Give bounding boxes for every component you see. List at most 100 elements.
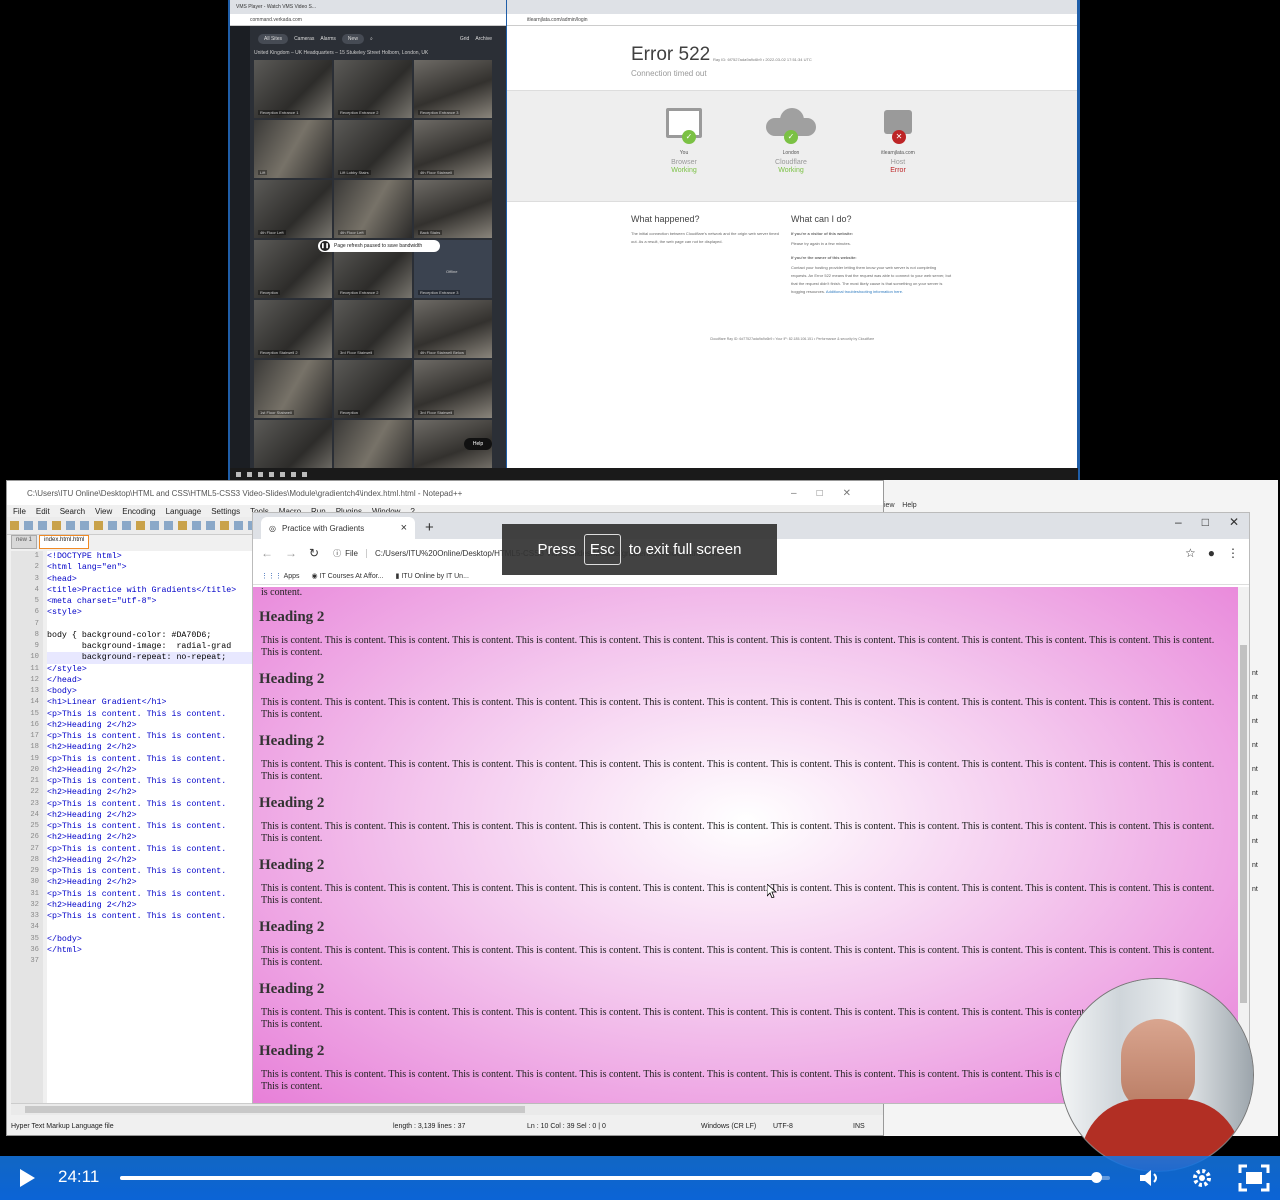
menu-item[interactable]: Search bbox=[60, 507, 85, 516]
toolbar-icon[interactable] bbox=[10, 521, 19, 530]
menu-item[interactable]: File bbox=[13, 507, 26, 516]
camera-tile[interactable] bbox=[254, 420, 332, 468]
toolbar-icon[interactable] bbox=[108, 521, 117, 530]
toolbar-icon[interactable] bbox=[136, 521, 145, 530]
code-editor[interactable]: <!DOCTYPE html> <html lang="en"> <head> <ti… bbox=[47, 551, 257, 1106]
search-icon[interactable] bbox=[247, 471, 252, 477]
app-icon[interactable] bbox=[280, 471, 285, 477]
bg-menu-help[interactable]: Help bbox=[902, 502, 916, 509]
camera-tile[interactable] bbox=[334, 420, 412, 468]
toolbar-icon[interactable] bbox=[94, 521, 103, 530]
app-icon[interactable] bbox=[269, 471, 274, 477]
profile-icon[interactable]: ● bbox=[1208, 546, 1215, 560]
nav-cameras[interactable]: Cameras bbox=[294, 36, 314, 42]
toolbar-icon[interactable] bbox=[24, 521, 33, 530]
troubleshoot-link[interactable]: Additional troubleshooting information h… bbox=[826, 289, 903, 294]
minimize-icon[interactable]: – bbox=[1175, 515, 1182, 529]
forward-icon[interactable]: → bbox=[285, 546, 297, 560]
camera-tile[interactable]: Reception Entrance 1 bbox=[254, 60, 332, 118]
tab-new-1[interactable]: new 1 bbox=[11, 535, 38, 549]
code-line: <p>This is content. This is content. bbox=[47, 912, 227, 921]
app-icon[interactable] bbox=[291, 471, 296, 477]
vms-tab[interactable]: VMS Player - Watch VMS Video S... bbox=[230, 0, 506, 14]
node-label: itlearnjlata.com bbox=[881, 150, 915, 156]
toolbar-icon[interactable] bbox=[52, 521, 61, 530]
help-button[interactable]: Help bbox=[464, 438, 492, 450]
menu-item[interactable]: Encoding bbox=[122, 507, 155, 516]
bookmark-itu-online[interactable]: ▮ ITU Online by IT Un... bbox=[396, 572, 469, 580]
toolbar-icon[interactable] bbox=[150, 521, 159, 530]
camera-tile[interactable]: Lift bbox=[254, 120, 332, 178]
settings-gear-icon[interactable] bbox=[1190, 1166, 1214, 1190]
volume-icon[interactable] bbox=[1138, 1168, 1162, 1188]
camera-tile[interactable]: 1st Floor Stairwell bbox=[254, 360, 332, 418]
line-number: 18 bbox=[30, 743, 39, 752]
camera-label: 4th Floor Stairwell bbox=[418, 170, 455, 175]
camera-tile[interactable]: 4th Floor Stairwell Below bbox=[414, 300, 492, 358]
nav-grid[interactable]: Grid bbox=[460, 36, 469, 42]
line-number: 20 bbox=[30, 765, 39, 774]
nav-alarms[interactable]: Alarms bbox=[320, 36, 336, 42]
camera-tile[interactable]: 4th Floor Left bbox=[254, 180, 332, 238]
bookmark-it-courses[interactable]: ◉ IT Courses At Affor... bbox=[312, 572, 384, 580]
reload-icon[interactable]: ↻ bbox=[309, 546, 319, 560]
toolbar-icon[interactable] bbox=[178, 521, 187, 530]
search-icon[interactable]: ⌕ bbox=[370, 36, 373, 42]
camera-tile[interactable]: Reception bbox=[334, 360, 412, 418]
camera-tile[interactable]: 4th Floor Stairwell bbox=[414, 120, 492, 178]
menu-icon[interactable]: ⋮ bbox=[1227, 546, 1239, 560]
window-controls[interactable]: –□✕ bbox=[791, 488, 871, 499]
seek-progress bbox=[120, 1176, 1097, 1180]
camera-label: Reception bbox=[258, 290, 281, 295]
pause-icon[interactable]: ❚❚ bbox=[320, 241, 330, 251]
toolbar-icon[interactable] bbox=[122, 521, 131, 530]
back-icon[interactable]: ← bbox=[261, 546, 273, 560]
pause-banner[interactable]: ❚❚ Page refresh paused to save bandwidth bbox=[318, 240, 440, 252]
nav-all-sites[interactable]: All Sites bbox=[258, 34, 289, 44]
tab-index-html[interactable]: index.html.html bbox=[39, 535, 90, 549]
camera-tile[interactable]: Back Stairs bbox=[414, 180, 492, 238]
browser-tab[interactable]: ◎ Practice with Gradients × bbox=[261, 517, 415, 539]
toolbar-icon[interactable] bbox=[80, 521, 89, 530]
toolbar-icon[interactable] bbox=[220, 521, 229, 530]
toolbar-icon[interactable] bbox=[192, 521, 201, 530]
toolbar-icon[interactable] bbox=[206, 521, 215, 530]
camera-tile[interactable]: 3rd Floor Stairwell bbox=[334, 300, 412, 358]
line-number: 17 bbox=[30, 732, 39, 740]
camera-tile[interactable]: Reception Stairwell 2 bbox=[254, 300, 332, 358]
menu-item[interactable]: Settings bbox=[211, 507, 240, 516]
cf-address-bar[interactable]: itlearnjlata.com/admin/login bbox=[507, 14, 1077, 26]
toolbar-icon[interactable] bbox=[38, 521, 47, 530]
menu-item[interactable]: Language bbox=[166, 507, 202, 516]
vms-address-bar[interactable]: command.verkada.com bbox=[230, 14, 506, 26]
new-tab-button[interactable]: + bbox=[425, 519, 434, 536]
close-icon[interactable]: ✕ bbox=[1229, 515, 1239, 529]
background-text: nt bbox=[1252, 718, 1258, 725]
bookmark-apps[interactable]: ⋮⋮⋮ Apps bbox=[261, 572, 300, 580]
camera-tile[interactable]: Reception Entrance 3 bbox=[414, 60, 492, 118]
code-line: <title>Practice with Gradients</title> bbox=[47, 585, 237, 595]
fullscreen-icon[interactable] bbox=[1238, 1164, 1270, 1192]
toolbar-icon[interactable] bbox=[234, 521, 243, 530]
camera-tile[interactable]: Reception Entrance 2 bbox=[334, 60, 412, 118]
toolbar-icon[interactable] bbox=[66, 521, 75, 530]
taskview-icon[interactable] bbox=[258, 471, 263, 477]
toolbar-icon[interactable] bbox=[164, 521, 173, 530]
menu-item[interactable]: Edit bbox=[36, 507, 50, 516]
server-icon: ✕ bbox=[880, 108, 916, 144]
scroll-thumb[interactable] bbox=[25, 1106, 525, 1113]
star-icon[interactable]: ☆ bbox=[1185, 546, 1196, 560]
maximize-icon[interactable]: □ bbox=[1202, 515, 1209, 529]
close-tab-icon[interactable]: × bbox=[401, 522, 407, 534]
nav-archive[interactable]: Archive bbox=[475, 36, 492, 42]
bg-menu-view[interactable]: iew bbox=[884, 502, 895, 509]
page-scroll-thumb[interactable] bbox=[1240, 645, 1247, 1003]
camera-tile[interactable]: Lift Lobby Stairs bbox=[334, 120, 412, 178]
play-icon[interactable] bbox=[18, 1168, 36, 1188]
menu-item[interactable]: View bbox=[95, 507, 112, 516]
camera-tile[interactable]: 3rd Floor Stairwell bbox=[414, 360, 492, 418]
app-icon[interactable] bbox=[302, 471, 307, 477]
horizontal-scrollbar[interactable] bbox=[11, 1103, 883, 1115]
camera-tile[interactable]: 4th Floor Left bbox=[334, 180, 412, 238]
start-icon[interactable] bbox=[236, 471, 241, 477]
